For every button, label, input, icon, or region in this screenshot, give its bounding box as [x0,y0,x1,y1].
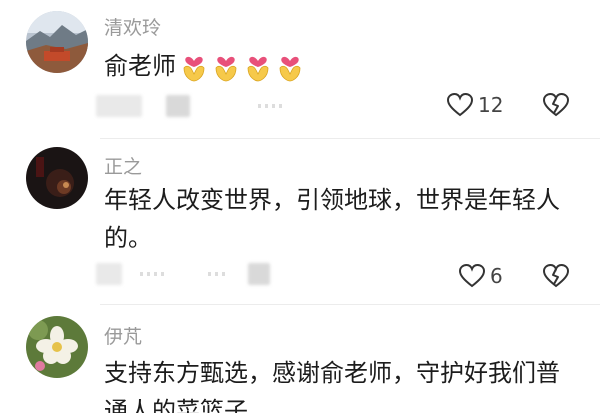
avatar[interactable] [26,316,88,378]
avatar-image [26,316,88,378]
comment-text-content: 俞老师 [104,52,176,80]
blurred-extra [248,263,270,285]
comment-item: 伊芃 支持东方甄选，感谢俞老师，守护好我们普通人的菜篮子 [0,305,600,413]
comment-meta-blurred [96,95,288,117]
username[interactable]: 清欢玲 [104,13,161,40]
avatar[interactable] [26,147,88,209]
comment-text: 支持东方甄选，感谢俞老师，守护好我们普通人的菜篮子 [104,359,560,413]
dislike-button[interactable] [542,263,570,289]
blurred-reply [258,104,284,108]
heart-outline-icon [458,263,486,288]
comment-text: 俞老师 [104,47,574,85]
comment-meta-blurred [96,263,270,285]
blurred-location [140,272,166,276]
dislike-button[interactable] [542,92,570,118]
avatar[interactable] [26,11,88,73]
heart-hands-emoji-icon [215,56,237,82]
like-count: 12 [478,93,504,117]
heart-hands-emoji-icon [279,56,301,82]
broken-heart-outline-icon [542,92,570,117]
blurred-date [96,95,142,117]
broken-heart-outline-icon [542,263,570,288]
like-count: 6 [490,264,503,288]
avatar-image [26,11,88,73]
username[interactable]: 正之 [104,152,142,179]
comment-text: 年轻人改变世界，引领地球，世界是年轻人的。 [104,186,560,252]
heart-outline-icon [446,92,474,117]
heart-hands-emoji-icon [247,56,269,82]
blurred-location [166,95,190,117]
comment-item: 清欢玲 俞老师 12 [0,0,600,140]
blurred-reply [208,272,228,276]
comment-item: 正之 年轻人改变世界，引领地球，世界是年轻人的。 6 [0,139,600,309]
avatar-image [26,147,88,209]
like-button[interactable]: 6 [458,263,503,289]
blurred-date [96,263,122,285]
heart-hands-emoji-icon [183,56,205,82]
like-button[interactable]: 12 [446,92,503,118]
username[interactable]: 伊芃 [104,322,142,349]
heart-hands-emoji-group [180,52,304,82]
